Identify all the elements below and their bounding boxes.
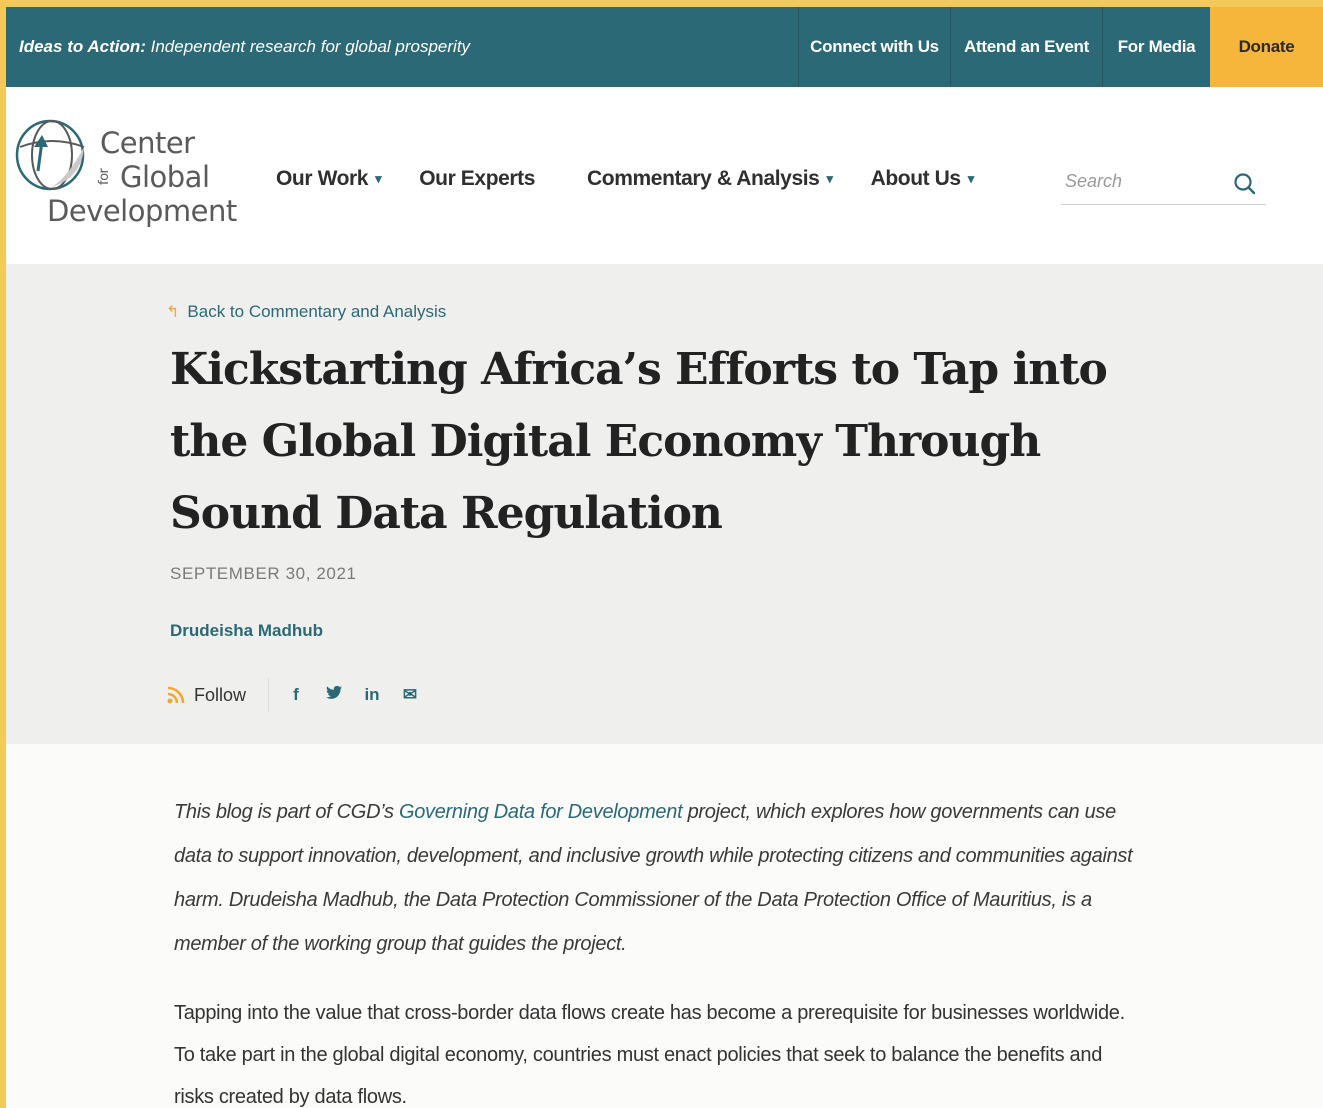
social-bar: Follow f in ✉ <box>166 678 439 712</box>
intro-paragraph: This blog is part of CGD’s Governing Dat… <box>174 790 1144 966</box>
back-arrow-icon: ↰ <box>166 304 180 321</box>
body-paragraph: Tapping into the value that cross-border… <box>174 1002 1125 1108</box>
page: Ideas to Action: Independent research fo… <box>0 0 1323 1108</box>
email-icon[interactable]: ✉ <box>401 685 419 705</box>
twitter-icon[interactable] <box>325 685 343 705</box>
donate-button[interactable]: Donate <box>1210 7 1323 87</box>
attend-an-event-link[interactable]: Attend an Event <box>950 7 1102 87</box>
search-input[interactable] <box>1065 167 1225 195</box>
governing-data-link[interactable]: Governing Data for Development <box>399 801 683 823</box>
chevron-down-icon: ▾ <box>375 171 382 186</box>
tagline: Ideas to Action: Independent research fo… <box>6 37 798 57</box>
globe-logo-icon <box>15 119 85 191</box>
logo-center: Center <box>100 126 195 160</box>
nav-our-experts-label: Our Experts <box>419 167 536 190</box>
nav-commentary-analysis[interactable]: Commentary & Analysis ▾ <box>587 167 833 191</box>
logo-global: Global <box>120 160 210 194</box>
intro-text-before: This blog is part of CGD’s <box>174 801 399 823</box>
article-header: ↰ Back to Commentary and Analysis Kickst… <box>6 264 1323 744</box>
tagline-bold: Ideas to Action: <box>19 37 146 56</box>
nav-about-us[interactable]: About Us ▾ <box>870 167 975 191</box>
linkedin-icon[interactable]: in <box>363 685 381 705</box>
back-to-commentary-link[interactable]: ↰ Back to Commentary and Analysis <box>166 302 446 322</box>
follow-button[interactable]: Follow <box>166 685 246 706</box>
nav-our-work[interactable]: Our Work ▾ <box>276 167 382 191</box>
logo-development: Development <box>47 194 237 228</box>
top-utility-bar: Ideas to Action: Independent research fo… <box>6 0 1323 87</box>
article-title: Kickstarting Africa’s Efforts to Tap int… <box>170 344 1108 539</box>
chevron-down-icon: ▾ <box>826 171 833 186</box>
article-body: This blog is part of CGD’s Governing Dat… <box>174 790 1144 1108</box>
follow-label: Follow <box>194 684 247 705</box>
search-icon[interactable] <box>1232 171 1258 197</box>
for-media-link[interactable]: For Media <box>1102 7 1210 87</box>
tagline-text: Independent research for global prosperi… <box>145 37 471 56</box>
main-nav: Our Work ▾ Our Experts Commentary & Anal… <box>276 167 1012 191</box>
site-header: Center for Global Development Our Work ▾… <box>6 87 1323 264</box>
share-links: f in ✉ <box>268 678 439 712</box>
logo-for: for <box>97 168 112 185</box>
author-link[interactable]: Drudeisha Madhub <box>170 621 323 641</box>
intro-text-after: project, which explores how governments … <box>174 801 1133 955</box>
nav-our-experts[interactable]: Our Experts <box>419 167 535 191</box>
nav-our-work-label: Our Work <box>276 167 369 190</box>
nav-about-us-label: About Us <box>870 167 962 190</box>
rss-icon <box>167 686 185 704</box>
chevron-down-icon: ▾ <box>967 171 975 186</box>
nav-commentary-label: Commentary & Analysis <box>587 167 820 190</box>
connect-with-us-link[interactable]: Connect with Us <box>798 7 950 87</box>
back-link-label: Back to Commentary and Analysis <box>187 302 447 321</box>
article-date: SEPTEMBER 30, 2021 <box>170 564 357 583</box>
facebook-icon[interactable]: f <box>287 685 305 705</box>
cgd-logo[interactable]: Center for Global Development <box>12 115 237 235</box>
search-box <box>1061 159 1266 205</box>
